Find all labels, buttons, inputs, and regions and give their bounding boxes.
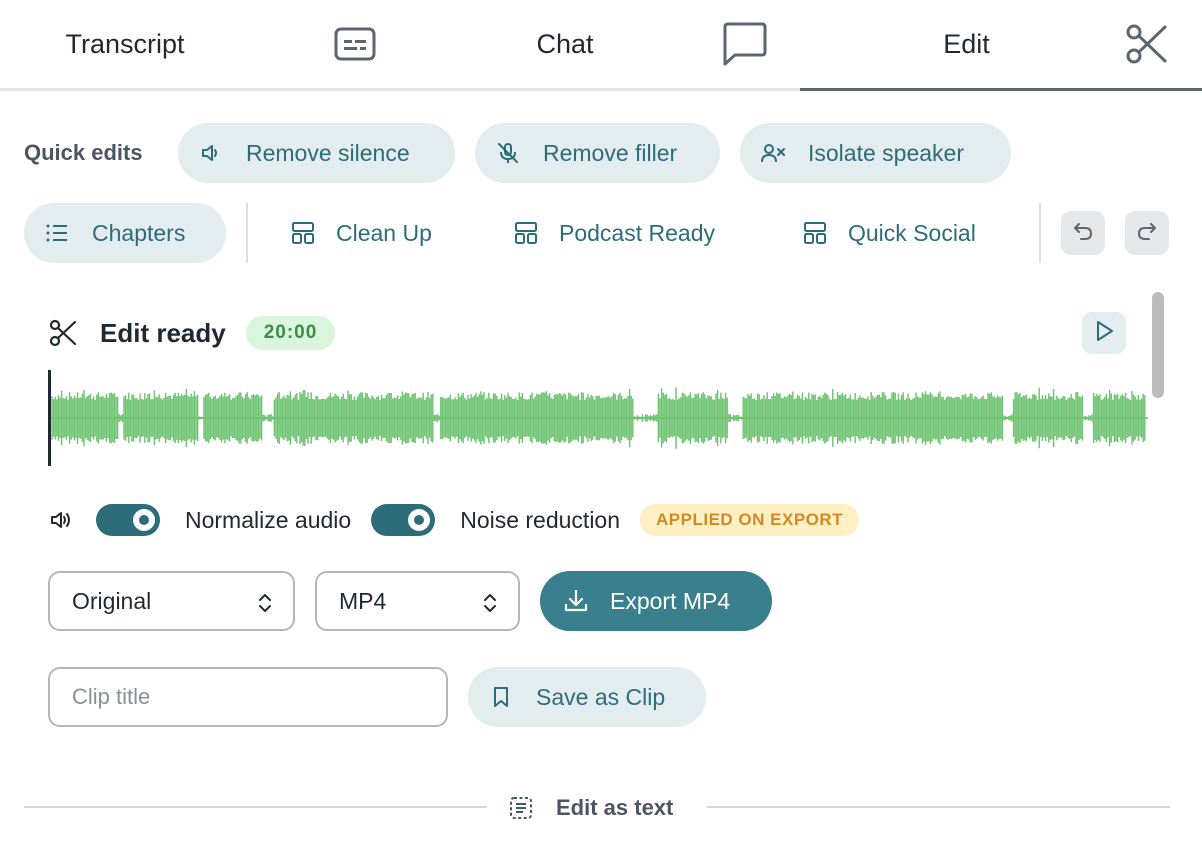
tab-bar: Transcript Chat Edit [0, 0, 1202, 91]
normalize-audio-toggle[interactable] [96, 504, 160, 536]
divider [1039, 203, 1041, 263]
tab-edit[interactable]: Edit [800, 0, 1202, 91]
toggle-knob [408, 509, 431, 531]
play-button[interactable] [1082, 312, 1126, 354]
undo-icon [1072, 220, 1094, 247]
layout-icon [802, 220, 828, 246]
remove-silence-label: Remove silence [246, 139, 410, 166]
text-selection-icon [508, 795, 534, 821]
divider [24, 806, 487, 808]
save-as-clip-button[interactable]: Save as Clip [468, 667, 706, 727]
clean-up-label: Clean Up [336, 219, 432, 246]
format-value: MP4 [339, 587, 387, 614]
bookmark-icon [488, 684, 514, 710]
volume-icon [48, 506, 76, 534]
scissors-icon [48, 318, 78, 348]
speaker-icon [198, 140, 224, 166]
noise-reduction-label: Noise reduction [460, 506, 621, 533]
waveform[interactable] [48, 368, 1148, 468]
noise-reduction-toggle[interactable] [371, 504, 436, 536]
chevron-up-down-icon [259, 594, 271, 612]
resolution-value: Original [72, 587, 152, 614]
list-icon [44, 220, 70, 246]
redo-icon [1136, 220, 1158, 247]
format-select[interactable]: MP4 [315, 571, 520, 631]
quick-social-label: Quick Social [848, 219, 976, 246]
tab-edit-label: Edit [943, 28, 990, 59]
undo-button[interactable] [1061, 211, 1105, 255]
save-as-clip-label: Save as Clip [536, 683, 666, 710]
duration-badge: 20:00 [245, 316, 336, 350]
isolate-speaker-label: Isolate speaker [808, 139, 964, 166]
scrollbar[interactable] [1152, 292, 1164, 398]
normalize-audio-label: Normalize audio [185, 506, 352, 533]
redo-button[interactable] [1125, 211, 1169, 255]
tab-chat-label: Chat [536, 28, 594, 59]
chevron-up-down-icon [484, 594, 496, 612]
transcript-icon [330, 20, 380, 68]
playhead[interactable] [48, 370, 51, 466]
chat-bubble-icon [720, 20, 770, 68]
chapters-button[interactable]: Chapters [24, 203, 226, 263]
resolution-select[interactable]: Original [48, 571, 295, 631]
audio-options: Normalize audio Noise reduction APPLIED … [48, 500, 860, 540]
clip-title-input[interactable] [48, 667, 448, 727]
podcast-ready-label: Podcast Ready [559, 219, 715, 246]
toggle-knob [133, 509, 155, 531]
layout-icon [513, 220, 539, 246]
mic-off-icon [495, 140, 521, 166]
tab-transcript-label: Transcript [65, 28, 185, 59]
edit-as-text-button[interactable]: Edit as text [508, 790, 673, 826]
divider [707, 806, 1170, 808]
isolate-speaker-button[interactable]: Isolate speaker [740, 123, 1011, 183]
remove-silence-button[interactable]: Remove silence [178, 123, 455, 183]
remove-filler-button[interactable]: Remove filler [475, 123, 720, 183]
chapters-label: Chapters [92, 219, 186, 246]
divider [246, 203, 248, 263]
user-x-icon [760, 140, 786, 166]
tab-chat[interactable]: Chat [400, 0, 800, 88]
quick-social-button[interactable]: Quick Social [802, 203, 976, 263]
clean-up-button[interactable]: Clean Up [290, 203, 432, 263]
quick-edits-label: Quick edits [24, 140, 143, 165]
play-icon [1092, 319, 1116, 348]
download-icon [562, 587, 590, 615]
layout-icon [290, 220, 316, 246]
remove-filler-label: Remove filler [543, 139, 678, 166]
podcast-ready-button[interactable]: Podcast Ready [513, 203, 715, 263]
edit-header: Edit ready 20:00 [48, 310, 336, 356]
scissors-icon [1122, 20, 1172, 68]
applied-on-export-badge: APPLIED ON EXPORT [640, 504, 860, 536]
edit-as-text-label: Edit as text [556, 795, 674, 820]
edit-title: Edit ready [100, 317, 226, 348]
tab-transcript[interactable]: Transcript [0, 0, 400, 88]
export-label: Export MP4 [610, 587, 731, 614]
export-button[interactable]: Export MP4 [540, 571, 772, 631]
